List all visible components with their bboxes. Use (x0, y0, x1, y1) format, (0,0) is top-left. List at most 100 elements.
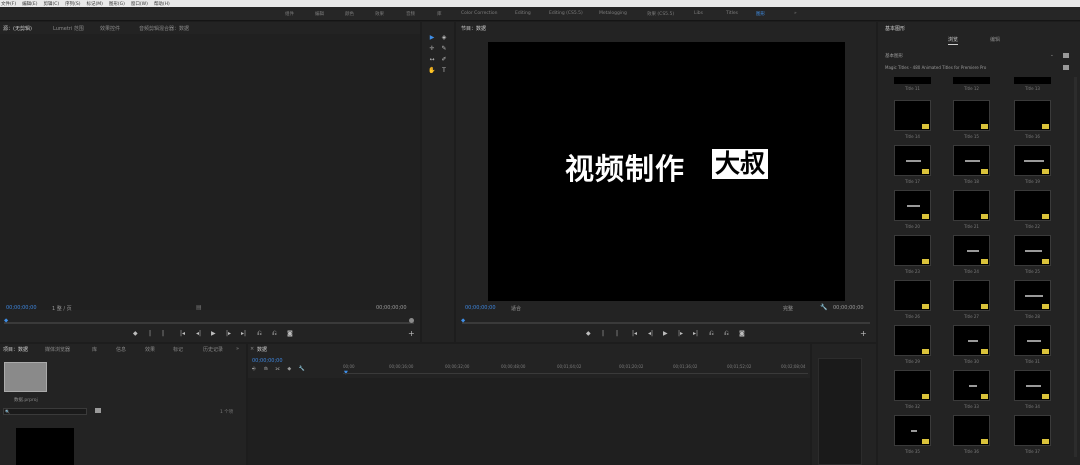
source-zoom-select[interactable]: 1 整 / 页 (52, 305, 72, 312)
step-forward-icon[interactable]: |▸ (226, 330, 231, 337)
go-to-out-icon[interactable]: ▸| (241, 330, 246, 337)
template-thumbnail[interactable] (953, 190, 990, 221)
camera-icon[interactable]: ◙ (739, 330, 745, 337)
source-settings-icon[interactable]: ▤ (196, 304, 202, 311)
clip-thumbnail[interactable] (4, 362, 47, 392)
go-to-in-icon[interactable]: |◂ (632, 330, 637, 337)
ripple-edit-tool-icon[interactable]: ✛ (428, 45, 436, 52)
template-thumbnail[interactable] (953, 415, 990, 446)
workspace-tab[interactable]: Editing (515, 11, 531, 16)
nest-icon[interactable]: ⎆ (252, 366, 256, 372)
collection-select[interactable]: Magic Titles - 480 Animated Titles for P… (885, 65, 986, 70)
play-icon[interactable]: ▶ (211, 330, 216, 337)
template-thumbnail[interactable] (1014, 235, 1051, 266)
mark-out-icon[interactable]: | (616, 330, 618, 337)
project-more-icon[interactable]: » (236, 346, 239, 352)
add-button-icon[interactable]: + (860, 329, 867, 338)
workspace-tab[interactable]: Libs (694, 11, 703, 16)
add-button-icon[interactable]: + (408, 329, 415, 338)
marker-icon[interactable]: ◆ (133, 330, 138, 337)
template-thumbnail[interactable] (953, 280, 990, 311)
track-select-tool-icon[interactable]: ◈ (440, 34, 448, 41)
source-out-handle-icon[interactable] (409, 318, 414, 323)
template-thumbnail[interactable] (1014, 325, 1051, 356)
timeline-timecode[interactable]: 00;00;00;00 (252, 358, 283, 364)
template-thumbnail[interactable] (1014, 280, 1051, 311)
settings-icon[interactable]: 🔧 (299, 366, 305, 372)
timeline-ruler[interactable]: 00;00 00;00;16;00 00;00;32;00 00;00;48;00 00… (343, 364, 808, 372)
program-quality-select[interactable]: 完整 (783, 305, 793, 312)
type-tool-icon[interactable]: T (440, 67, 448, 74)
template-thumbnail[interactable] (894, 190, 931, 221)
mark-in-icon[interactable]: | (602, 330, 604, 337)
marker-icon[interactable]: ◆ (586, 330, 591, 337)
source-tab[interactable]: Lumetri 范围 (53, 25, 84, 32)
camera-icon[interactable]: ◙ (287, 330, 293, 337)
lift-icon[interactable]: ⎌ (709, 330, 714, 338)
tab-browse[interactable]: 浏览 (948, 36, 958, 43)
step-forward-icon[interactable]: |▸ (678, 330, 683, 337)
menu-item[interactable]: 文件(F) (1, 1, 16, 7)
timeline-close-icon[interactable]: × (250, 346, 254, 352)
template-thumbnail[interactable] (894, 145, 931, 176)
menu-item[interactable]: 窗口(W) (131, 1, 148, 7)
template-thumbnail[interactable] (953, 100, 990, 131)
extract-icon[interactable]: ⎌ (724, 330, 729, 338)
source-playhead-icon[interactable]: ⬥ (4, 317, 8, 325)
template-thumbnail[interactable] (1014, 415, 1051, 446)
go-to-out-icon[interactable]: ▸| (693, 330, 698, 337)
workspace-tab[interactable]: 组件 (285, 11, 294, 17)
menu-item[interactable]: 剪辑(C) (43, 1, 59, 7)
program-scrub-bar[interactable] (462, 322, 870, 324)
project-tab[interactable]: 项目：数据 (3, 346, 28, 353)
play-icon[interactable]: ▶ (663, 330, 668, 337)
mark-in-icon[interactable]: | (149, 330, 151, 337)
source-timecode[interactable]: 00;00;00;00 (6, 305, 37, 311)
workspace-tab[interactable]: 颜色 (345, 11, 354, 17)
template-thumbnail[interactable] (1014, 190, 1051, 221)
workspace-tab[interactable]: Color Correction (461, 11, 497, 16)
menu-item[interactable]: 帮助(H) (154, 1, 170, 7)
workspace-tab[interactable]: 库 (437, 11, 442, 17)
workspace-tab[interactable]: 效果 (CS5.5) (647, 11, 674, 17)
template-thumbnail[interactable] (894, 235, 931, 266)
source-tab[interactable]: 效果控件 (100, 25, 120, 32)
scrollbar[interactable] (1074, 77, 1077, 457)
hand-tool-icon[interactable]: ✋ (428, 67, 436, 74)
wrench-icon[interactable]: 🔧 (820, 304, 827, 311)
step-back-icon[interactable]: ◂| (648, 330, 653, 337)
source-tab[interactable]: 源：(无剪辑) (3, 25, 32, 32)
template-thumbnail[interactable] (953, 235, 990, 266)
menu-item[interactable]: 序列(S) (65, 1, 80, 7)
folder-icon[interactable] (1063, 65, 1069, 70)
source-tab[interactable]: 音频剪辑混合器：数据 (139, 25, 189, 32)
add-marker-icon[interactable]: ◆ (287, 366, 291, 372)
workspace-tab[interactable]: 音频 (406, 11, 415, 17)
template-thumbnail[interactable] (953, 325, 990, 356)
workspace-tab[interactable]: 编辑 (315, 11, 324, 17)
folder-icon[interactable] (95, 408, 101, 413)
program-playhead-icon[interactable]: ⬥ (461, 317, 465, 325)
go-to-in-icon[interactable]: |◂ (180, 330, 185, 337)
workspace-tab[interactable]: 效果 (375, 11, 384, 17)
template-thumbnail[interactable] (953, 145, 990, 176)
template-thumbnail[interactable] (894, 280, 931, 311)
selection-tool-icon[interactable]: ▶ (428, 34, 436, 41)
snap-icon[interactable]: ⋒ (264, 366, 268, 372)
folder-icon[interactable] (1063, 53, 1069, 58)
template-thumbnail[interactable] (894, 77, 931, 84)
project-tab[interactable]: 媒体浏览器 (45, 346, 70, 353)
menu-item[interactable]: 图形(G) (109, 1, 125, 7)
project-tab[interactable]: 标记 (173, 346, 183, 353)
menu-item[interactable]: 编辑(E) (22, 1, 37, 7)
insert-icon[interactable]: ⎌ (257, 330, 262, 338)
workspace-tab[interactable]: Metalogging (599, 11, 627, 16)
media-thumbnail[interactable] (16, 428, 74, 465)
project-tab[interactable]: 效果 (145, 346, 155, 353)
linked-selection-icon[interactable]: ⟗ (275, 366, 279, 372)
slip-tool-icon[interactable]: ↔ (428, 56, 436, 63)
template-thumbnail[interactable] (894, 325, 931, 356)
tab-edit[interactable]: 编辑 (990, 36, 1000, 43)
search-input[interactable]: 🔍 (3, 408, 87, 415)
menu-item[interactable]: 标记(M) (87, 1, 103, 7)
